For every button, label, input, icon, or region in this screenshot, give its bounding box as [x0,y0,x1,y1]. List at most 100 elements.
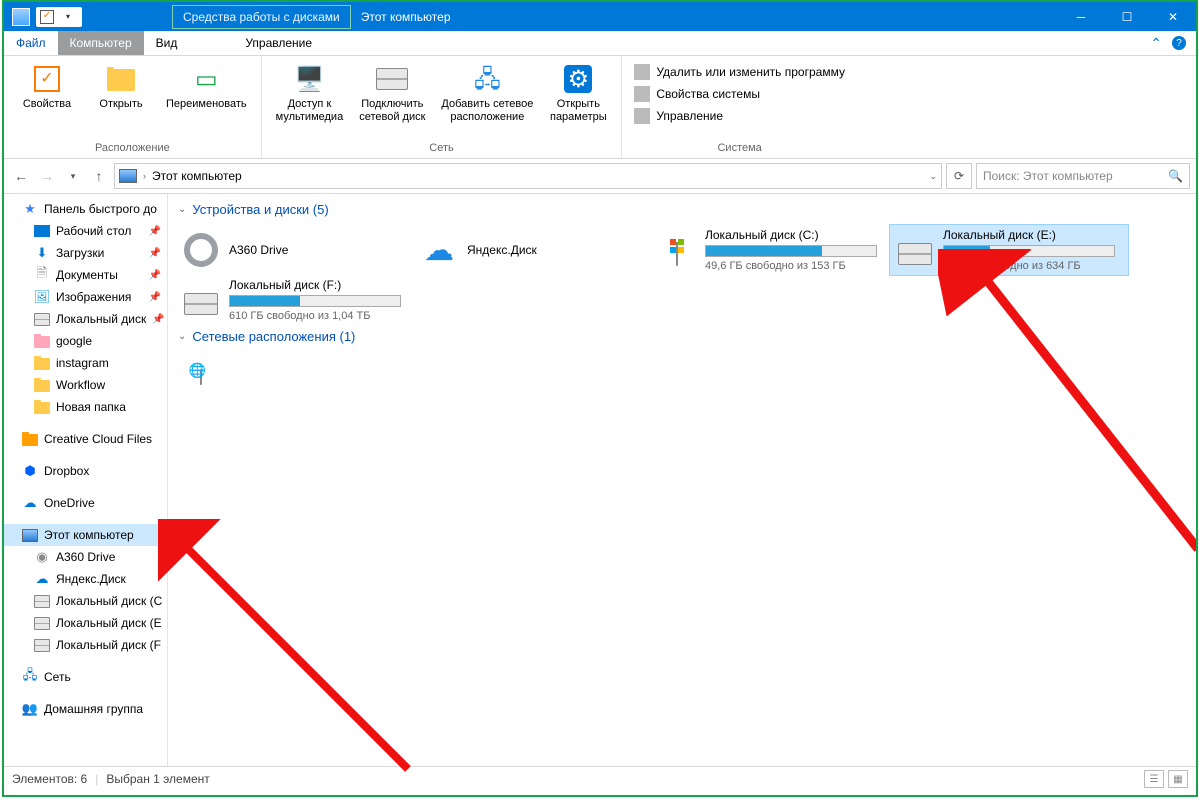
pin-icon: 📌 [149,226,161,237]
add-network-button[interactable]: 🖧Добавить сетевое расположение [435,60,539,127]
pin-icon: 📌 [152,314,164,325]
qat-properties-button[interactable]: ✓ [38,8,56,26]
address-bar[interactable]: › Этот компьютер ⌄ [114,163,942,189]
chevron-right-icon: › [143,171,146,181]
sidebar-this-pc[interactable]: Этот компьютер [4,524,167,546]
sidebar-workflow[interactable]: Workflow [4,374,167,396]
chevron-down-icon: ⌄ [178,204,186,215]
open-button[interactable]: Открыть [86,60,156,114]
minimize-button[interactable]: ─ [1058,2,1104,31]
tab-file[interactable]: Файл [4,31,58,55]
usage-bar [229,295,401,307]
a360-icon [183,232,219,268]
refresh-button[interactable]: ⟳ [946,163,972,189]
sidebar-pictures[interactable]: 🖼Изображения📌 [4,286,167,308]
sidebar-creative-cloud[interactable]: Creative Cloud Files [4,428,167,450]
ribbon-tabs: Файл Компьютер Вид Управление ⌃ ? [4,31,1196,56]
pc-icon [119,169,137,183]
tab-manage[interactable]: Управление [233,31,324,55]
network-location-item[interactable]: 🌐 [176,352,414,402]
ribbon-group-location: ✓Свойства Открыть ▭Переименовать Располо… [4,56,262,158]
title-bar: ✓ ▾ Средства работы с дисками Этот компь… [4,2,1196,31]
sidebar-disk-f[interactable]: Локальный диск (F [4,634,167,656]
pin-icon: 📌 [149,270,161,281]
window-controls: ─ ☐ ✕ [1058,2,1196,31]
item-count: Элементов: 6 [12,772,87,786]
rename-button[interactable]: ▭Переименовать [160,60,253,114]
sidebar-local-disk[interactable]: Локальный диск📌 [4,308,167,330]
window-title: Этот компьютер [361,10,451,24]
chevron-down-icon[interactable]: ⌄ [929,171,937,182]
drive-icon [893,228,937,272]
recent-dropdown[interactable]: ▾ [62,165,84,187]
help-icon[interactable]: ? [1172,36,1186,50]
usage-bar [705,245,877,257]
ribbon-group-system: Удалить или изменить программу Свойства … [622,56,857,158]
explorer-window: { "title": {"context":"Средства работы с… [2,0,1198,797]
drive-icon [655,228,699,272]
navigation-bar: ← → ▾ ↑ › Этот компьютер ⌄ ⟳ Поиск: Этот… [4,159,1196,194]
selection-count: Выбран 1 элемент [106,772,209,786]
status-bar: Элементов: 6 | Выбран 1 элемент ☰ ▦ [4,766,1196,791]
search-icon: 🔍 [1168,169,1183,183]
group-network[interactable]: ⌄Сетевые расположения (1) [176,325,1188,352]
drive-icon [179,278,223,322]
open-settings-button[interactable]: ⚙Открыть параметры [543,60,613,127]
ribbon: ✓Свойства Открыть ▭Переименовать Располо… [4,56,1196,159]
annotation-arrow [158,519,438,797]
pin-icon: 📌 [149,248,161,259]
maximize-button[interactable]: ☐ [1104,2,1150,31]
usage-bar [943,245,1115,257]
breadcrumb[interactable]: Этот компьютер [152,169,242,183]
ribbon-help: ⌃ ? [1150,31,1196,55]
sidebar-new-folder[interactable]: Новая папка [4,396,167,418]
sidebar: ★Панель быстрого до Рабочий стол📌 ⬇Загру… [4,194,168,766]
uninstall-program-button[interactable]: Удалить или изменить программу [630,62,849,82]
sidebar-a360[interactable]: ◉A360 Drive [4,546,167,568]
tab-computer[interactable]: Компьютер [58,31,144,55]
manage-button[interactable]: Управление [630,106,849,126]
app-icon [12,8,30,26]
sidebar-disk-e[interactable]: Локальный диск (E [4,612,167,634]
drive-c-item[interactable]: Локальный диск (C:) 49,6 ГБ свободно из … [652,225,890,275]
sidebar-instagram[interactable]: instagram [4,352,167,374]
sidebar-dropbox[interactable]: ⬢Dropbox [4,460,167,482]
sidebar-downloads[interactable]: ⬇Загрузки📌 [4,242,167,264]
drive-f-item[interactable]: Локальный диск (F:) 610 ГБ свободно из 1… [176,275,414,325]
sidebar-onedrive[interactable]: ☁OneDrive [4,492,167,514]
sidebar-documents[interactable]: 🗎Документы📌 [4,264,167,286]
properties-button[interactable]: ✓Свойства [12,60,82,114]
icons-view-button[interactable]: ▦ [1168,770,1188,788]
sidebar-network[interactable]: 🖧Сеть [4,666,167,688]
a360-drive-item[interactable]: A360 Drive [176,225,414,275]
cloud-icon: ☁ [424,233,454,268]
collapse-ribbon-icon[interactable]: ⌃ [1150,35,1162,52]
qat-dropdown-button[interactable]: ▾ [56,8,80,26]
body: ★Панель быстрого до Рабочий стол📌 ⬇Загру… [4,194,1196,766]
back-button[interactable]: ← [10,165,32,187]
pin-icon: 📌 [149,292,161,303]
sidebar-homegroup[interactable]: 👥Домашняя группа [4,698,167,720]
details-view-button[interactable]: ☰ [1144,770,1164,788]
content-area: ⌄Устройства и диски (5) A360 Drive ☁ Янд… [168,194,1196,766]
forward-button[interactable]: → [36,165,58,187]
yandex-disk-item[interactable]: ☁ Яндекс.Диск [414,225,652,275]
devices-items: A360 Drive ☁ Яндекс.Диск Локальный диск … [176,225,1188,325]
sidebar-quick-access[interactable]: ★Панель быстрого до [4,198,167,220]
quick-access-toolbar: ✓ ▾ [36,7,82,27]
group-devices[interactable]: ⌄Устройства и диски (5) [176,198,1188,225]
search-input[interactable]: Поиск: Этот компьютер 🔍 [976,163,1190,189]
system-properties-button[interactable]: Свойства системы [630,84,849,104]
ribbon-group-network: 🖥️Доступ к мультимедиа Подключить сетево… [262,56,623,158]
sidebar-desktop[interactable]: Рабочий стол📌 [4,220,167,242]
media-access-button[interactable]: 🖥️Доступ к мультимедиа [270,60,350,127]
drive-e-item[interactable]: Локальный диск (E:) 465 ГБ свободно из 6… [890,225,1128,275]
title-context-tab[interactable]: Средства работы с дисками [172,5,351,29]
map-drive-button[interactable]: Подключить сетевой диск [353,60,431,127]
sidebar-disk-c[interactable]: Локальный диск (C [4,590,167,612]
sidebar-yandex[interactable]: ☁Яндекс.Диск [4,568,167,590]
tab-view[interactable]: Вид [144,31,190,55]
sidebar-google[interactable]: google [4,330,167,352]
up-button[interactable]: ↑ [88,165,110,187]
close-button[interactable]: ✕ [1150,2,1196,31]
